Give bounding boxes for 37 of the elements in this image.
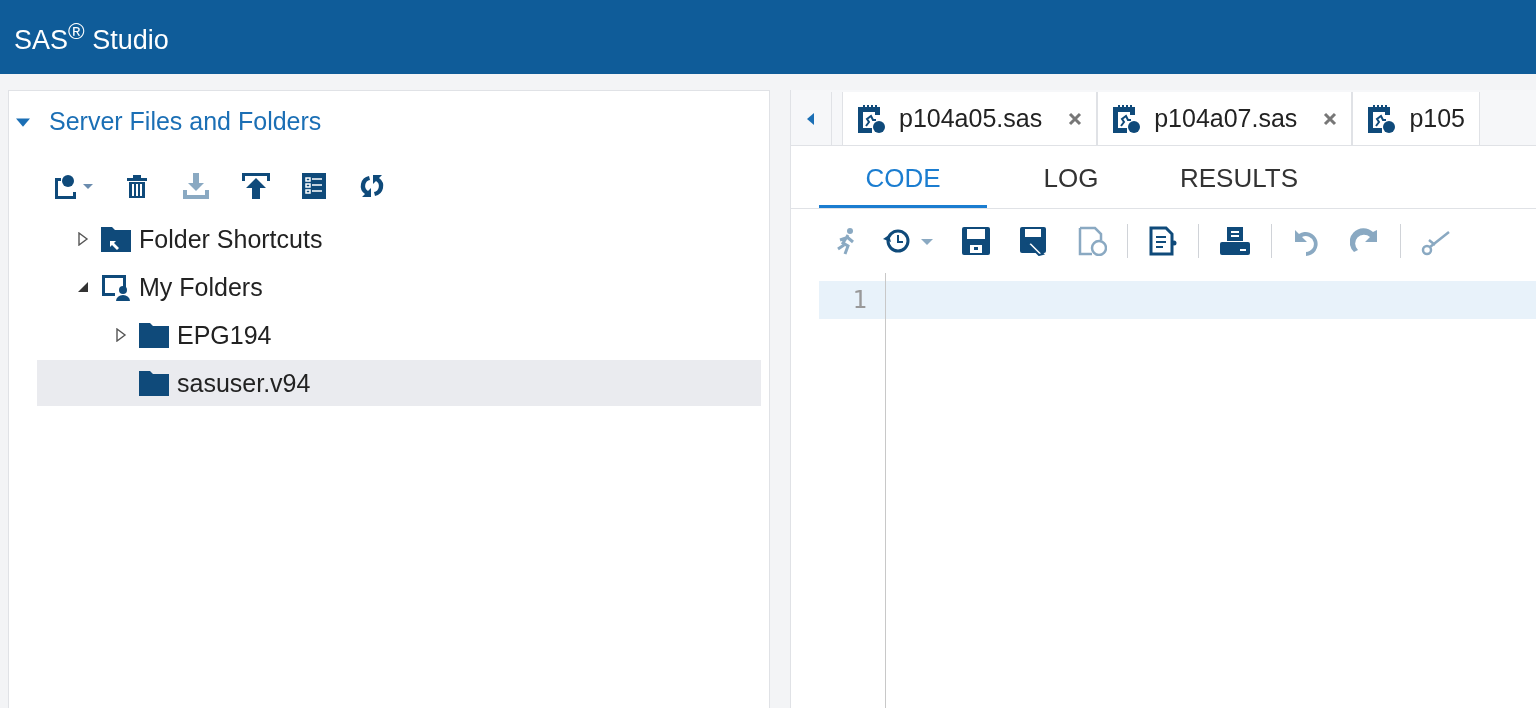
expand-arrow-icon[interactable]	[115, 328, 127, 342]
file-tab[interactable]: p104a05.sas	[842, 92, 1098, 145]
scroll-left-icon[interactable]	[807, 112, 815, 125]
list-icon[interactable]	[301, 172, 327, 200]
program-file-icon	[1112, 103, 1143, 134]
view-tab[interactable]: CODE	[819, 146, 987, 208]
view-tab[interactable]: LOG	[987, 146, 1155, 208]
close-icon[interactable]	[1323, 111, 1338, 126]
section-header[interactable]: Server Files and Folders	[9, 91, 330, 136]
app-title: SAS$^{®}$ Studio	[14, 18, 169, 56]
upload-icon[interactable]	[241, 172, 271, 200]
file-name: p105	[1409, 104, 1465, 133]
expand-arrow-icon[interactable]	[77, 232, 89, 246]
tree-item[interactable]: Folder Shortcuts	[37, 216, 761, 262]
shortcut-folder-icon	[101, 225, 131, 253]
file-tab[interactable]: p105	[1352, 92, 1480, 145]
collapse-arrow-icon[interactable]	[77, 280, 89, 294]
tree-item[interactable]: EPG194	[37, 312, 761, 358]
save-as-icon[interactable]	[1019, 226, 1049, 256]
program-file-icon	[1367, 103, 1398, 134]
line-number: 1	[819, 281, 885, 319]
save-icon[interactable]	[961, 226, 991, 256]
file-name: p104a07.sas	[1154, 104, 1298, 133]
document-lines-icon[interactable]	[1148, 226, 1178, 256]
history-icon[interactable]	[881, 227, 933, 255]
tree-item[interactable]: sasuser.v94	[37, 360, 761, 406]
file-tab[interactable]: p104a07.sas	[1097, 92, 1353, 145]
close-icon[interactable]	[1068, 111, 1083, 126]
program-file-icon	[857, 103, 887, 134]
folder-icon	[139, 370, 169, 396]
new-item-icon[interactable]	[53, 172, 93, 200]
computer-user-icon	[101, 273, 131, 301]
view-tab[interactable]: RESULTS	[1155, 146, 1323, 208]
print-icon[interactable]	[1219, 226, 1251, 256]
folder-icon	[139, 322, 169, 348]
file-name: p104a05.sas	[899, 104, 1043, 133]
tree-item[interactable]: My Folders	[37, 264, 761, 310]
